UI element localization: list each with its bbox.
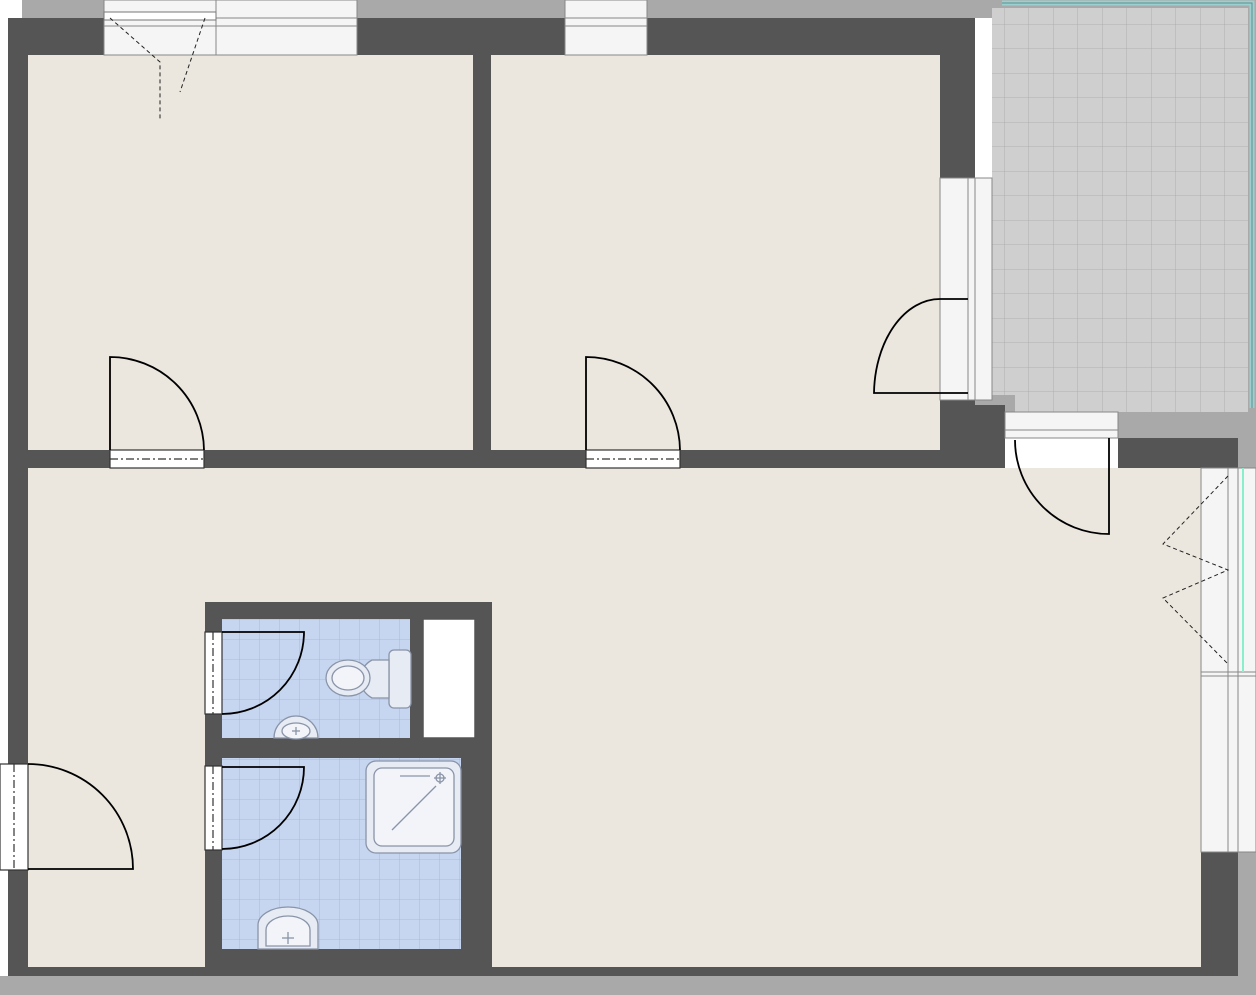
balcony xyxy=(992,0,1256,438)
balcony-door-frame xyxy=(1004,411,1119,439)
window-top-middle xyxy=(564,0,648,56)
bedroom-right xyxy=(491,55,940,450)
living-area xyxy=(28,468,1201,967)
washbasin-icon xyxy=(257,906,319,950)
shower-tray-icon xyxy=(365,760,462,854)
cabinet xyxy=(422,618,476,739)
window-right-living xyxy=(1200,467,1256,853)
floor-plan xyxy=(0,0,1256,995)
bedroom-left xyxy=(28,55,473,450)
window-bedroom-right xyxy=(939,177,993,401)
